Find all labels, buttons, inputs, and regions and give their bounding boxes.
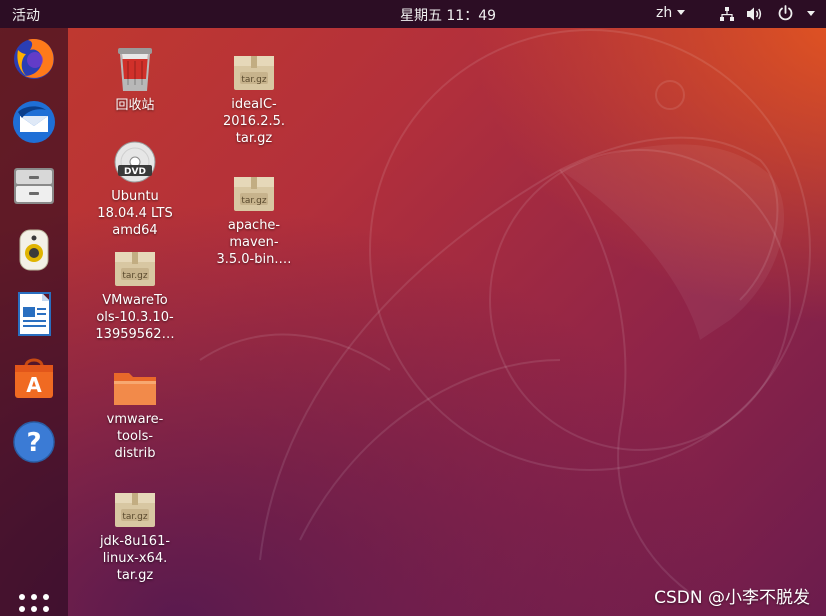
show-applications-icon[interactable] bbox=[16, 591, 52, 616]
desktop-icon-label: apache- maven- 3.5.0-bin.… bbox=[216, 218, 292, 267]
archive-badge: tar.gz bbox=[241, 75, 266, 85]
desktop-icon-jdk-archive[interactable]: tar.gz jdk-8u161- linux-x64. tar.gz bbox=[80, 489, 190, 584]
svg-text:?: ? bbox=[26, 428, 41, 458]
desktop-icon-vmware-tools-folder[interactable]: vmware- tools- distrib bbox=[80, 367, 190, 462]
files-icon[interactable] bbox=[10, 162, 58, 210]
network-icon[interactable] bbox=[719, 6, 735, 22]
chevron-down-icon bbox=[677, 10, 686, 15]
rhythmbox-icon[interactable] bbox=[10, 226, 58, 274]
desktop-icon-apache-maven-archive[interactable]: tar.gz apache- maven- 3.5.0-bin.… bbox=[199, 173, 309, 268]
dvd-icon: DVD bbox=[114, 141, 156, 183]
clock[interactable]: 星期五 11：49 bbox=[400, 8, 496, 24]
archive-icon: tar.gz bbox=[115, 493, 155, 527]
ubuntu-software-icon[interactable]: A bbox=[10, 354, 58, 402]
archive-badge: tar.gz bbox=[122, 512, 147, 522]
svg-text:A: A bbox=[26, 373, 42, 397]
archive-badge: tar.gz bbox=[122, 271, 147, 281]
help-icon[interactable]: ? bbox=[10, 418, 58, 466]
watermark: CSDN @小李不脱发 bbox=[654, 588, 810, 608]
desktop-icon-vmwaretools-archive[interactable]: tar.gz VMwareTo ols-10.3.10- 13959562… bbox=[80, 248, 190, 343]
firefox-icon[interactable] bbox=[10, 34, 58, 82]
desktop-icon-label: jdk-8u161- linux-x64. tar.gz bbox=[99, 534, 171, 583]
trash-icon bbox=[118, 48, 152, 91]
libreoffice-writer-icon[interactable] bbox=[10, 290, 58, 338]
input-method-menu[interactable]: zh bbox=[656, 5, 686, 21]
desktop-icon-trash[interactable]: 回收站 bbox=[80, 45, 190, 114]
top-bar: 活动 星期五 11：49 zh bbox=[0, 0, 826, 28]
activities-button[interactable]: 活动 bbox=[12, 5, 40, 25]
desktop-icon-label: ideaIC- 2016.2.5. tar.gz bbox=[222, 97, 286, 146]
power-icon[interactable] bbox=[777, 5, 794, 22]
archive-icon: tar.gz bbox=[234, 56, 274, 90]
folder-icon bbox=[114, 373, 156, 405]
desktop-icon-label: 回收站 bbox=[115, 98, 155, 113]
dock: A ? bbox=[0, 28, 68, 616]
thunderbird-icon[interactable] bbox=[10, 98, 58, 146]
desktop-icon-label: vmware- tools- distrib bbox=[106, 412, 164, 461]
desktop-icon-ubuntu-dvd[interactable]: DVD Ubuntu 18.04.4 LTS amd64 bbox=[80, 140, 190, 239]
desktop-icon-label: VMwareTo ols-10.3.10- 13959562… bbox=[95, 293, 175, 342]
desktop-icon-ideaic-archive[interactable]: tar.gz ideaIC- 2016.2.5. tar.gz bbox=[199, 52, 309, 147]
chevron-down-icon[interactable] bbox=[807, 11, 815, 16]
clock-container: 星期五 11：49 bbox=[0, 5, 826, 25]
desktop[interactable]: 活动 星期五 11：49 zh A ? 回收站 DVD Ubuntu 18.04… bbox=[0, 0, 826, 616]
dvd-badge: DVD bbox=[124, 167, 146, 177]
archive-badge: tar.gz bbox=[241, 196, 266, 206]
archive-icon: tar.gz bbox=[115, 252, 155, 286]
input-method-label: zh bbox=[656, 5, 673, 21]
desktop-icon-label: Ubuntu 18.04.4 LTS amd64 bbox=[97, 189, 173, 238]
archive-icon: tar.gz bbox=[234, 177, 274, 211]
volume-icon[interactable] bbox=[746, 6, 764, 22]
